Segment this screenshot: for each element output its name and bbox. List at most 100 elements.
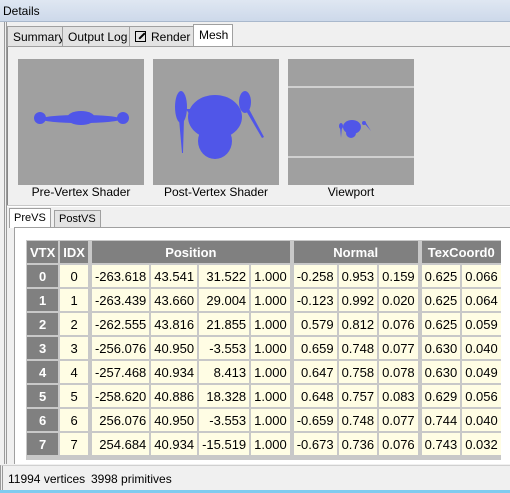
position-cell: 254.684 [91, 433, 150, 455]
texcoord-cell: 0.625 [421, 265, 461, 287]
normal-cell: 0.648 [293, 385, 337, 407]
table-row[interactable]: 1 1 -263.439 43.660 29.004 1.000 -0.123 0.992 0.… [27, 289, 501, 311]
tab-output-log[interactable]: Output Log [62, 26, 133, 46]
position-cell: -256.076 [91, 337, 150, 359]
tab-label: PreVS [14, 212, 46, 224]
position-cell: 1.000 [251, 289, 290, 311]
mesh-view-label: Pre-Vertex Shader [31, 185, 131, 199]
tab-render[interactable]: Render [129, 26, 196, 46]
tab-mesh[interactable]: Mesh [193, 24, 234, 47]
position-cell: 40.934 [151, 361, 198, 383]
position-cell: 40.886 [151, 385, 198, 407]
position-cell: -3.553 [199, 409, 250, 431]
idx-cell: 0 [60, 265, 88, 287]
normal-cell: 0.076 [379, 433, 418, 455]
position-cell: 1.000 [251, 361, 290, 383]
mesh-view-label: Post-Vertex Shader [163, 185, 269, 199]
tab-label: Render [151, 30, 191, 44]
normal-cell: 0.758 [338, 361, 378, 383]
position-cell: 40.934 [151, 433, 198, 455]
normal-cell: 0.736 [338, 433, 378, 455]
normal-cell: 0.647 [293, 361, 337, 383]
texcoord-cell: 0.049 [462, 361, 501, 383]
table-row[interactable]: 7 7 254.684 40.934 -15.519 1.000 -0.673 0.736 0.… [27, 433, 501, 455]
header-idx[interactable]: IDX [60, 241, 88, 263]
vertex-table: VTX IDX Position Normal TexCoord0 0 0 -263… [26, 240, 501, 457]
normal-cell: 0.992 [338, 289, 378, 311]
pre-vertex-shader-view[interactable] [18, 59, 144, 185]
texcoord-cell: 0.625 [421, 289, 461, 311]
vertex-table-container[interactable]: VTX IDX Position Normal TexCoord0 0 0 -263… [26, 240, 501, 460]
tab-label: PostVS [59, 213, 96, 225]
normal-cell: -0.258 [293, 265, 337, 287]
table-row[interactable]: 4 4 -257.468 40.934 8.413 1.000 0.647 0.758 0.07… [27, 361, 501, 383]
table-row[interactable]: 3 3 -256.076 40.950 -3.553 1.000 0.659 0.748 0.0… [27, 337, 501, 359]
edit-icon [135, 31, 146, 42]
primitive-count: 3998 primitives [91, 472, 172, 486]
position-cell: 29.004 [199, 289, 250, 311]
table-row[interactable]: 0 0 -263.618 43.541 31.522 1.000 -0.258 0.953 0.… [27, 265, 501, 287]
idx-cell: 6 [60, 409, 88, 431]
texcoord-cell: 0.064 [462, 289, 501, 311]
header-normal[interactable]: Normal [293, 241, 418, 263]
idx-cell: 7 [60, 433, 88, 455]
normal-cell: 0.812 [338, 313, 378, 335]
texcoord-cell: 0.743 [421, 433, 461, 455]
mesh-view-label: Viewport [327, 185, 375, 199]
position-cell: 8.413 [199, 361, 250, 383]
position-cell: 31.522 [199, 265, 250, 287]
viewport-view[interactable] [288, 59, 414, 185]
normal-cell: 0.078 [379, 361, 418, 383]
post-vertex-shader-view[interactable] [153, 59, 279, 185]
tab-prevs[interactable]: PreVS [9, 208, 51, 228]
position-cell: -15.519 [199, 433, 250, 455]
normal-cell: 0.748 [338, 409, 378, 431]
panel-title-bar: Details [0, 0, 510, 22]
position-cell: 40.950 [151, 337, 198, 359]
normal-cell: 0.077 [379, 409, 418, 431]
normal-cell: 0.083 [379, 385, 418, 407]
status-bar: 11994 vertices 3998 primitives [0, 465, 510, 490]
position-cell: 1.000 [251, 337, 290, 359]
position-cell: 40.950 [151, 409, 198, 431]
tab-summary[interactable]: Summary [7, 26, 70, 46]
vtx-cell: 6 [27, 409, 59, 431]
normal-cell: -0.123 [293, 289, 337, 311]
table-row[interactable]: 2 2 -262.555 43.816 21.855 1.000 0.579 0.812 0.0… [27, 313, 501, 335]
vtx-cell: 7 [27, 433, 59, 455]
texcoord-cell: 0.032 [462, 433, 501, 455]
splitter[interactable] [7, 205, 510, 207]
idx-cell: 2 [60, 313, 88, 335]
texcoord-cell: 0.630 [421, 361, 461, 383]
table-header-row: VTX IDX Position Normal TexCoord0 [27, 241, 501, 263]
position-cell: 1.000 [251, 265, 290, 287]
idx-cell: 4 [60, 361, 88, 383]
panel-title: Details [3, 4, 40, 18]
position-cell: -257.468 [91, 361, 150, 383]
texcoord-cell: 0.744 [421, 409, 461, 431]
position-cell: 43.660 [151, 289, 198, 311]
position-cell: -3.553 [199, 337, 250, 359]
idx-cell: 1 [60, 289, 88, 311]
normal-cell: 0.579 [293, 313, 337, 335]
vtx-cell: 3 [27, 337, 59, 359]
texcoord-cell: 0.066 [462, 265, 501, 287]
tab-postvs[interactable]: PostVS [54, 210, 101, 227]
tab-label: Mesh [199, 28, 229, 42]
header-position[interactable]: Position [91, 241, 290, 263]
idx-cell: 3 [60, 337, 88, 359]
idx-cell: 5 [60, 385, 88, 407]
position-cell: 21.855 [199, 313, 250, 335]
header-vtx[interactable]: VTX [27, 241, 59, 263]
header-texcoord0[interactable]: TexCoord0 [421, 241, 501, 263]
texcoord-cell: 0.630 [421, 337, 461, 359]
normal-cell: 0.077 [379, 337, 418, 359]
normal-cell: 0.076 [379, 313, 418, 335]
texcoord-cell: 0.059 [462, 313, 501, 335]
texcoord-cell: 0.629 [421, 385, 461, 407]
table-row[interactable]: 5 5 -258.620 40.886 18.328 1.000 0.648 0.757 0.0… [27, 385, 501, 407]
normal-cell: 0.953 [338, 265, 378, 287]
position-cell: 1.000 [251, 385, 290, 407]
table-row[interactable]: 6 6 256.076 40.950 -3.553 1.000 -0.659 0.748 0.0… [27, 409, 501, 431]
normal-cell: 0.659 [293, 337, 337, 359]
